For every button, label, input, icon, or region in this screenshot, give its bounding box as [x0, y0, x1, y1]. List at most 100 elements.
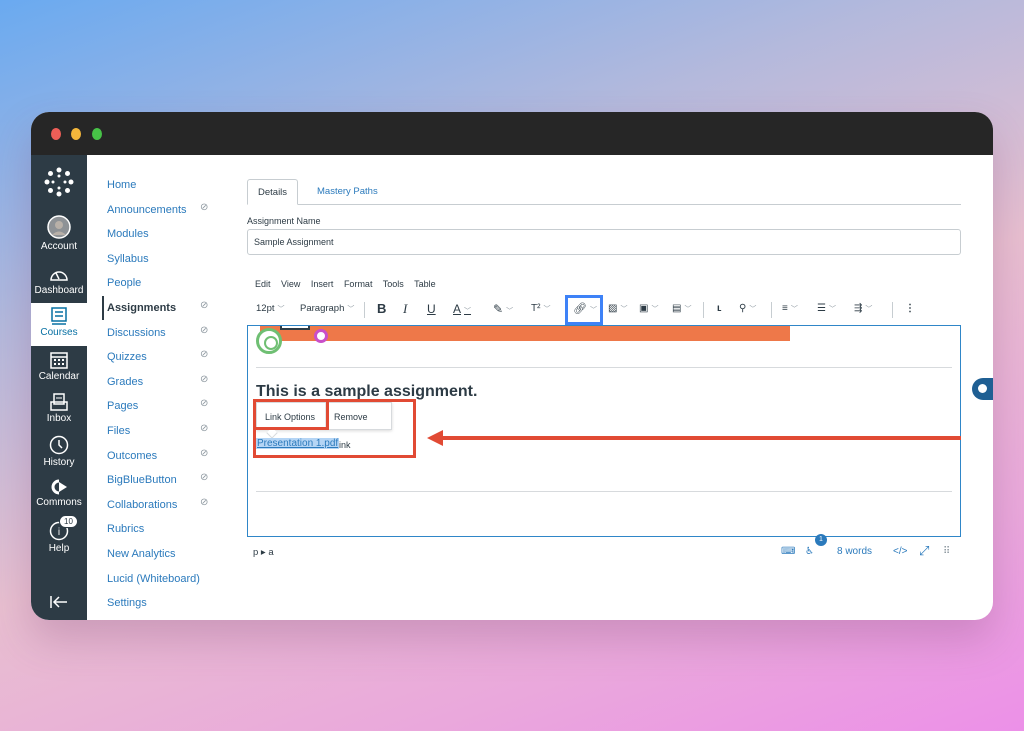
editor-statusbar: p ▸ a ⌨ ♿︎ 1 8 words </> ⤢ ⠿ — [247, 534, 961, 565]
apps-button[interactable]: ⚲ ﹀ — [739, 301, 756, 317]
statusbar-tools: ⌨ ♿︎ 1 8 words </> ⤢ ⠿ — [781, 534, 961, 564]
plug-icon: ⚲ — [739, 303, 747, 314]
nav-inbox-label: Inbox — [46, 413, 72, 424]
nav-account[interactable]: Account — [31, 215, 87, 252]
annotation-box-link-options — [253, 399, 329, 430]
accessibility-checker-button[interactable]: ♿︎ 1 — [805, 534, 827, 557]
menu-format[interactable]: Format — [344, 279, 373, 289]
image-icon: ▨ — [608, 303, 618, 314]
media-button[interactable]: ▣ ﹀ — [639, 301, 658, 317]
image-button[interactable]: ▨ ﹀ — [608, 301, 627, 317]
menu-tools[interactable]: Tools — [383, 279, 404, 289]
keyboard-shortcuts-button[interactable]: ⌨ — [781, 546, 795, 557]
editor-toolbar: 12pt ﹀ Paragraph ﹀ B I U A ﹀ ✎ ﹀ T² ﹀ 🔗︎ ﹀ ▨ ﹀ … — [247, 295, 961, 325]
nav-commons[interactable]: Commons — [31, 479, 87, 508]
nav-inbox[interactable]: Inbox — [31, 393, 87, 424]
nav-help[interactable]: i 10 Help — [31, 515, 87, 554]
highlighter-icon: ✎ — [493, 302, 504, 316]
word-count[interactable]: 8 words — [837, 546, 872, 557]
italic-button[interactable]: I — [403, 301, 407, 317]
chevron-down-icon: ﹀ — [790, 306, 798, 313]
hidden-from-students-icon: ⊘ — [200, 349, 209, 361]
document-button[interactable]: ▤ ﹀ — [672, 301, 691, 317]
superscript-icon: T² — [531, 303, 541, 314]
text-color-icon: A — [453, 302, 462, 316]
nav-dashboard-label: Dashboard — [34, 285, 84, 296]
banner-decoration — [280, 326, 310, 330]
toolbar-divider — [771, 302, 772, 318]
nav-calendar[interactable]: Calendar — [31, 351, 87, 382]
inbox-icon — [50, 393, 68, 411]
chevron-down-icon: ﹀ — [464, 308, 472, 315]
indent-icon: ⇶ — [854, 303, 863, 314]
toolbar-divider — [703, 302, 704, 318]
accessibility-icon: ♿︎ — [805, 546, 814, 557]
chevron-down-icon: ﹀ — [506, 308, 514, 315]
align-left-icon: ≡ — [782, 303, 788, 314]
highlight-color-button[interactable]: ✎ ﹀ — [493, 301, 513, 317]
fullscreen-button[interactable]: ⤢ — [919, 543, 929, 559]
main-content: Details Mastery Paths Assignment Name Ed… — [237, 155, 993, 620]
history-icon — [49, 435, 69, 455]
course-nav-item-new-analytics[interactable]: New Analytics — [107, 546, 217, 562]
nav-history-label: History — [43, 457, 75, 468]
canvas-logo-link[interactable] — [31, 167, 87, 197]
nav-dashboard[interactable]: Dashboard — [31, 265, 87, 296]
tab-details[interactable]: Details — [247, 179, 299, 205]
nav-history[interactable]: History — [31, 435, 87, 468]
course-nav-item-rubrics[interactable]: Rubrics — [107, 521, 217, 537]
more-button[interactable]: ⋮ — [905, 301, 915, 317]
maximize-window-button[interactable] — [92, 128, 102, 140]
underline-button[interactable]: U — [427, 301, 436, 317]
course-navigation: Home Announcements ⊘ Modules Syllabus People A… — [87, 155, 237, 620]
svg-text:i: i — [58, 527, 60, 538]
minimize-window-button[interactable] — [71, 128, 81, 140]
hidden-from-students-icon: ⊘ — [200, 324, 209, 336]
hidden-from-students-icon: ⊘ — [200, 472, 209, 484]
menu-edit[interactable]: Edit — [255, 279, 271, 289]
course-nav-item-modules[interactable]: Modules — [107, 226, 217, 242]
course-nav-item-syllabus[interactable]: Syllabus — [107, 251, 217, 267]
link-button-highlight — [565, 295, 603, 325]
nav-courses[interactable]: Courses — [31, 303, 87, 346]
html-editor-toggle[interactable]: </> — [893, 546, 907, 557]
course-nav-item-settings[interactable]: Settings — [107, 595, 217, 611]
block-format-value: Paragraph — [300, 303, 345, 314]
course-nav-item-people[interactable]: People — [107, 275, 217, 291]
indent-button[interactable]: ⇶ ﹀ — [854, 301, 872, 317]
menu-view[interactable]: View — [281, 279, 300, 289]
chevron-down-icon: ﹀ — [828, 306, 836, 313]
list-button[interactable]: ☰ ﹀ — [817, 301, 836, 317]
bold-button[interactable]: B — [377, 301, 386, 317]
menu-insert[interactable]: Insert — [311, 279, 334, 289]
text-color-button[interactable]: A ﹀ — [453, 301, 471, 317]
avatar-icon — [47, 215, 71, 239]
chevron-down-icon: ﹀ — [865, 306, 873, 313]
canvas-logo-icon — [44, 167, 74, 197]
superscript-button[interactable]: T² ﹀ — [531, 301, 550, 317]
chevron-down-icon: ﹀ — [651, 306, 659, 313]
banner-image — [260, 326, 790, 341]
block-format-select[interactable]: Paragraph ﹀ — [300, 301, 354, 317]
media-icon: ▣ — [639, 303, 649, 314]
hidden-from-students-icon: ⊘ — [200, 423, 209, 434]
hidden-from-students-icon: ⊘ — [200, 398, 209, 410]
equation-button[interactable]: ʟ — [717, 301, 722, 317]
font-size-value: 12pt — [256, 303, 275, 314]
toolbar-divider — [892, 302, 893, 318]
tab-mastery-paths[interactable]: Mastery Paths — [307, 179, 388, 205]
course-nav-item-home[interactable]: Home — [107, 177, 217, 193]
menu-table[interactable]: Table — [414, 279, 436, 289]
font-size-select[interactable]: 12pt ﹀ — [256, 301, 285, 317]
collapse-nav-button[interactable] — [31, 595, 87, 609]
document-icon: ▤ — [672, 303, 682, 314]
hidden-from-students-icon: ⊘ — [200, 496, 209, 508]
resize-handle[interactable]: ⠿ — [943, 546, 950, 557]
nav-calendar-label: Calendar — [38, 371, 80, 382]
course-nav-item-lucid-whiteboard[interactable]: Lucid (Whiteboard) — [107, 571, 217, 587]
side-panel-toggle[interactable] — [972, 378, 993, 400]
assignment-name-input[interactable] — [247, 229, 961, 255]
annotation-arrow-head — [427, 430, 443, 446]
close-window-button[interactable] — [51, 128, 61, 140]
align-button[interactable]: ≡ ﹀ — [782, 301, 798, 317]
